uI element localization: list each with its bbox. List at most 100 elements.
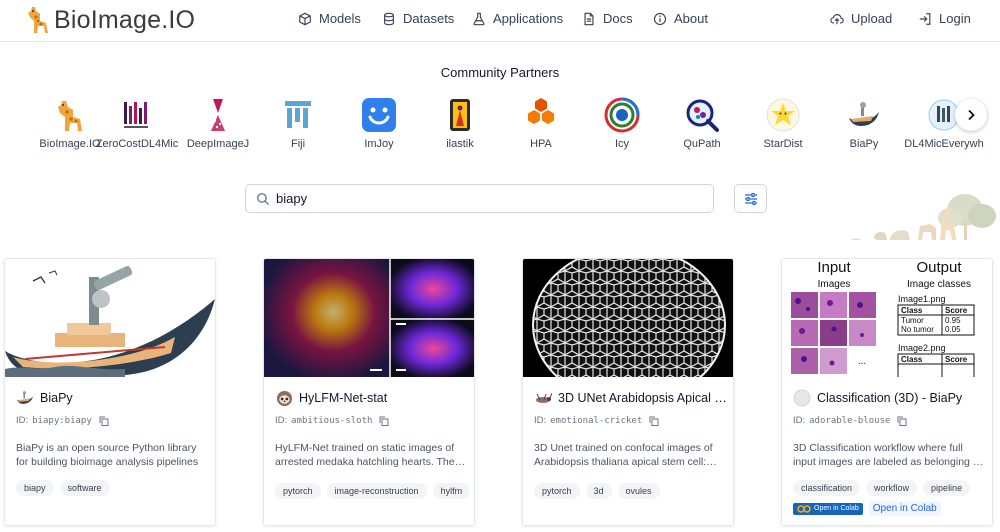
partner-qupath[interactable]: QuPath	[660, 96, 744, 150]
card-tags: classification workflow pipeline	[793, 480, 971, 496]
tag[interactable]: ovules	[617, 483, 660, 499]
tag[interactable]: pipeline	[923, 480, 971, 496]
qupath-logo-icon	[686, 99, 719, 132]
copy-icon[interactable]	[379, 416, 389, 426]
search-input[interactable]	[276, 191, 676, 206]
tag[interactable]: workflow	[866, 480, 918, 496]
partner-stardist[interactable]: StarDist	[741, 96, 825, 150]
cube-icon	[299, 12, 311, 25]
partner-biapy[interactable]: BiaPy	[822, 96, 906, 150]
card-title: HyLFM-Net-stat	[299, 391, 388, 405]
nav-about[interactable]: About	[653, 11, 708, 26]
partner-icy[interactable]: Icy	[580, 96, 664, 150]
output-file-1: Image1.png	[898, 294, 946, 304]
tag[interactable]: pytorch	[534, 483, 580, 499]
nav-upload[interactable]: Upload	[830, 11, 892, 26]
partner-ilastik[interactable]: ilastik	[418, 96, 502, 150]
card-id-row: ID: adorable-blouse	[793, 415, 907, 426]
resource-card-biapy[interactable]: BiaPy ID: biapy:biapy BiaPy is an open s…	[4, 258, 216, 526]
copy-icon[interactable]	[99, 416, 109, 426]
nav-models[interactable]: Models	[298, 11, 361, 26]
partner-name: DeepImageJ	[186, 138, 250, 150]
output-title: Output	[916, 259, 962, 276]
input-title: Input	[817, 259, 851, 276]
fiji-logo-icon	[285, 101, 311, 128]
nav-datasets-label: Datasets	[403, 11, 455, 26]
nav-models-label: Models	[319, 11, 361, 26]
card-id: biapy:biapy	[32, 415, 92, 426]
card-id: emotional-cricket	[550, 415, 643, 426]
open-in-colab-link[interactable]: Open in Colab	[868, 501, 941, 516]
tag[interactable]: biapy	[16, 480, 54, 496]
filter-settings-button[interactable]	[734, 184, 767, 213]
open-in-colab-badge[interactable]: Open in Colab	[793, 502, 863, 515]
flask-icon	[473, 12, 485, 25]
login-icon	[919, 12, 931, 25]
sliders-icon	[744, 192, 757, 205]
database-icon	[384, 12, 394, 25]
partners-title: Community Partners	[440, 65, 560, 80]
card-title: 3D UNet Arabidopsis Apical Stem Cells	[558, 391, 730, 405]
card-id-row: ID: emotional-cricket	[534, 415, 659, 426]
card-id-label: ID:	[793, 415, 806, 426]
tag[interactable]: pytorch	[275, 483, 321, 499]
nav-login[interactable]: Login	[918, 11, 971, 26]
top-navbar: BioImage.IO Models Datasets Applications…	[0, 0, 1000, 42]
card-cover-image	[5, 259, 215, 377]
col-class-2: Class	[901, 355, 923, 364]
card-cover-image	[523, 259, 733, 377]
resource-card-classification-3d-biapy[interactable]: Input Images Output Image classes ... Im…	[781, 258, 993, 526]
carousel-next-button[interactable]	[955, 99, 987, 131]
row2-class: No tumor	[901, 325, 934, 334]
search-icon	[257, 192, 270, 205]
card-id-row: ID: ambitious-sloth	[275, 415, 389, 426]
placeholder-avatar-icon	[793, 389, 811, 407]
partner-hpa[interactable]: HPA	[499, 96, 583, 150]
tag[interactable]: hylfm	[432, 483, 471, 499]
nav-docs[interactable]: Docs	[582, 11, 633, 26]
nav-applications-label: Applications	[493, 11, 564, 26]
card-tags: pytorch 3d ovules	[534, 483, 660, 499]
colab-badge-label: Open in Colab	[814, 505, 859, 512]
partner-imjoy[interactable]: ImJoy	[337, 96, 421, 150]
cloud-upload-icon	[830, 13, 844, 24]
partner-name: ilastik	[446, 138, 474, 150]
resource-card-hylfm-net-stat[interactable]: HyLFM-Net-stat ID: ambitious-sloth HyLFM…	[263, 258, 475, 526]
output-file-2: Image2.png	[898, 343, 946, 353]
tag[interactable]: image-reconstruction	[326, 483, 427, 499]
nav-upload-label: Upload	[851, 11, 893, 26]
nav-applications[interactable]: Applications	[472, 11, 563, 26]
nav-docs-label: Docs	[603, 11, 633, 26]
icy-logo-icon	[604, 97, 640, 133]
document-icon	[584, 12, 594, 25]
card-description: 3D Unet trained on confocal images of Ar…	[534, 442, 713, 468]
card-tags: biapy software	[16, 480, 110, 496]
output-sub: Image classes	[907, 279, 971, 290]
tag[interactable]: 3d	[585, 483, 612, 499]
tag[interactable]: software	[59, 480, 110, 496]
biapy-ship-icon	[16, 389, 34, 407]
partner-deepimagej[interactable]: DeepImageJ	[176, 96, 260, 150]
copy-icon[interactable]	[897, 416, 907, 426]
tag[interactable]: classification	[793, 480, 861, 496]
input-sub: Images	[818, 279, 851, 290]
deepimagej-logo-icon	[211, 99, 225, 131]
tiles-ellipsis: ...	[858, 356, 866, 367]
card-description: 3D Classification workflow where full in…	[793, 442, 982, 468]
card-cover-image: Input Images Output Image classes ... Im…	[782, 259, 992, 377]
resource-card-3d-unet-arabidopsis[interactable]: 3D UNet Arabidopsis Apical Stem Cells ID…	[522, 258, 734, 526]
giraffe-icon	[58, 101, 82, 131]
nav-about-label: About	[674, 11, 708, 26]
row1-class: Tumor	[901, 316, 924, 325]
partner-fiji[interactable]: Fiji	[256, 96, 340, 150]
partner-zerocostdl4mic[interactable]: ZeroCostDL4Mic	[95, 96, 179, 150]
card-tags: pytorch image-reconstruction hylfm	[275, 483, 471, 499]
copy-icon[interactable]	[649, 416, 659, 426]
nav-login-label: Login	[939, 11, 971, 26]
card-id: ambitious-sloth	[291, 415, 373, 426]
partner-name: ImJoy	[364, 138, 394, 150]
search-bar[interactable]	[245, 184, 714, 213]
nav-datasets[interactable]: Datasets	[382, 11, 454, 26]
col-class: Class	[901, 306, 923, 315]
bioimage-logo[interactable]: BioImage.IO	[26, 5, 195, 35]
